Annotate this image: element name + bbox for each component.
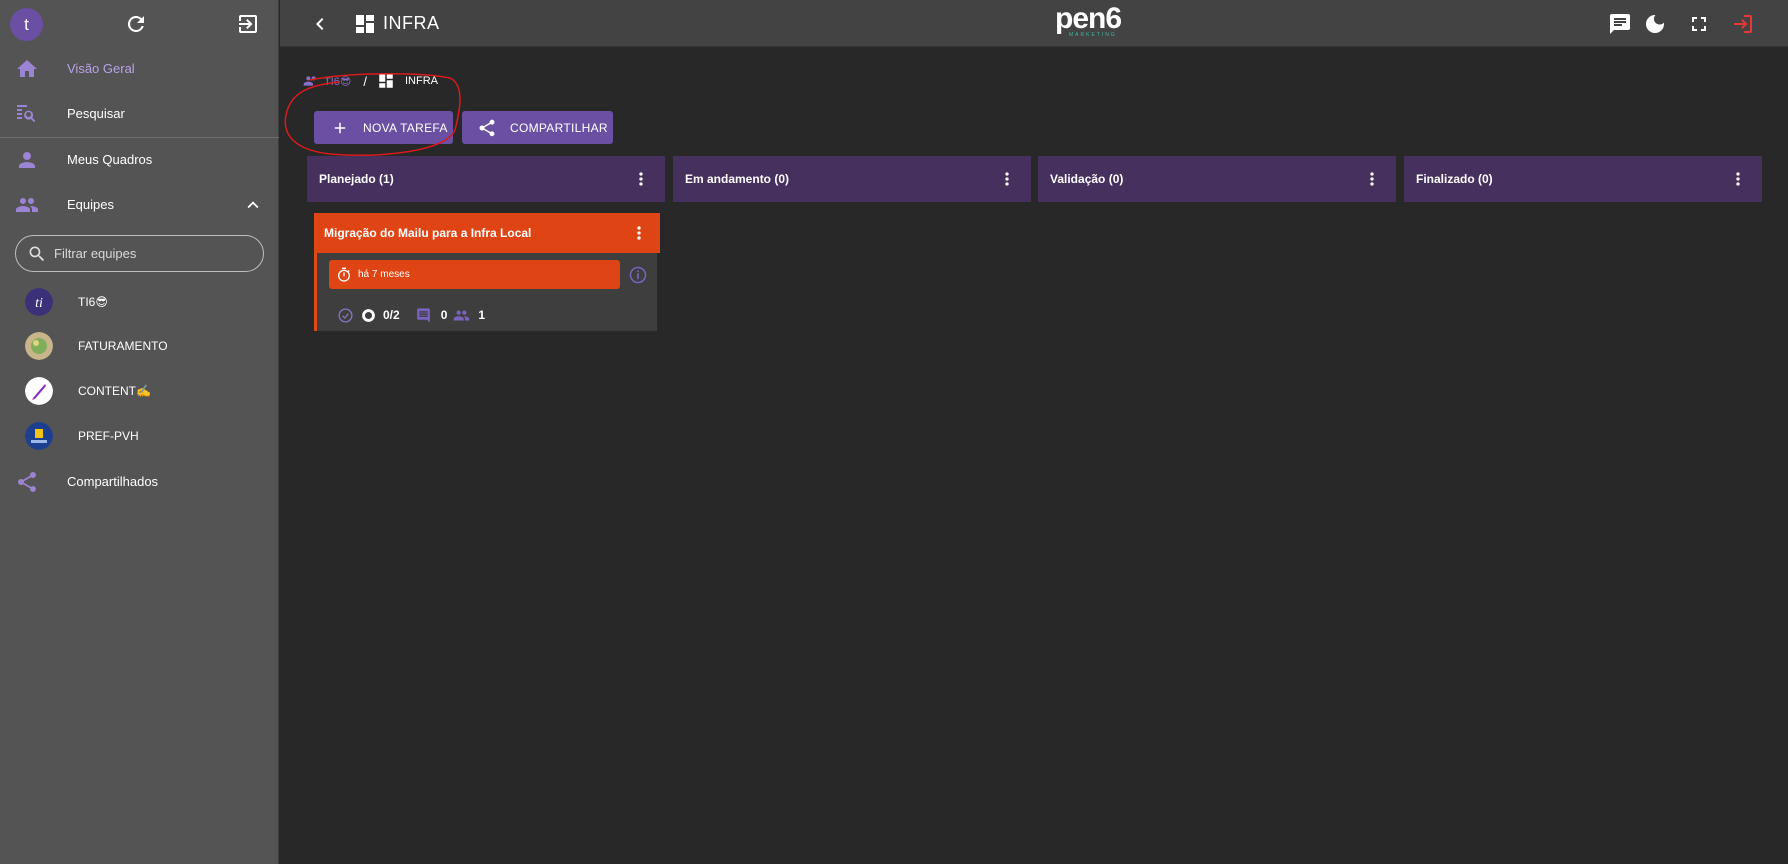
comments-count: 0	[440, 308, 448, 322]
column-title: Em andamento (0)	[685, 172, 790, 186]
more-vert-icon[interactable]	[997, 169, 1017, 189]
nav-search-label: Pesquisar	[67, 106, 125, 121]
team-label: PREF-PVH	[78, 429, 139, 443]
home-icon	[17, 59, 37, 77]
members-count: 1	[478, 308, 486, 322]
team-item-ti6[interactable]: ti TI6😎	[0, 280, 279, 324]
annotation-circle	[284, 73, 461, 156]
more-vert-icon[interactable]	[631, 169, 651, 189]
more-vert-icon[interactable]	[1728, 169, 1748, 189]
brand-logo: pen6 MARKETING	[1055, 2, 1135, 42]
exit-to-app-icon[interactable]	[236, 12, 260, 36]
team-label: TI6😎	[78, 295, 108, 309]
team-label: CONTENT✍️	[78, 384, 151, 398]
chevron-up-icon[interactable]	[242, 194, 264, 216]
column-title: Finalizado (0)	[1416, 172, 1493, 186]
ti6-team-logo: ti	[25, 288, 53, 316]
more-vert-icon[interactable]	[1362, 169, 1382, 189]
team-item-faturamento[interactable]: FATURAMENTO	[0, 324, 279, 368]
nav-my-boards-label: Meus Quadros	[67, 152, 153, 167]
share-label: COMPARTILHAR	[510, 120, 608, 135]
dashboard-icon	[356, 15, 374, 33]
brand-name: pen6	[1055, 2, 1122, 35]
nav-search[interactable]: Pesquisar	[0, 91, 279, 136]
team-filter[interactable]	[15, 235, 264, 272]
column-title: Validação (0)	[1050, 172, 1124, 186]
check-circle-icon	[338, 307, 353, 323]
pref-pvh-team-logo	[25, 422, 53, 450]
task-stats: 0/2 0 1	[337, 306, 485, 324]
nav-teams[interactable]: Equipes	[0, 182, 279, 227]
avatar[interactable]: t	[10, 8, 43, 41]
group-icon	[454, 310, 470, 320]
timer-icon	[338, 267, 350, 282]
share-button[interactable]: COMPARTILHAR	[462, 111, 613, 144]
manage-search-icon	[17, 104, 36, 122]
nav-teams-label: Equipes	[67, 197, 114, 212]
search-icon	[29, 246, 45, 261]
faturamento-team-logo	[25, 332, 53, 360]
team-filter-input[interactable]	[54, 246, 254, 261]
refresh-icon[interactable]	[124, 12, 148, 36]
nav-overview-label: Visão Geral	[67, 61, 135, 76]
chat-icon[interactable]	[1608, 12, 1632, 36]
column-title: Planejado (1)	[319, 172, 394, 186]
column-finished[interactable]: Finalizado (0)	[1404, 156, 1762, 202]
sidebar-header: t	[0, 0, 278, 48]
group-icon	[16, 197, 38, 212]
team-item-pref-pvh[interactable]: PREF-PVH	[0, 414, 279, 458]
more-vert-icon[interactable]	[629, 223, 649, 243]
info-icon[interactable]	[628, 265, 648, 285]
due-date-text: há 7 meses	[358, 269, 410, 280]
task-card-header: Migração do Mailu para a Infra Local	[314, 213, 660, 253]
sidebar: t Visão Geral Pesquisar Meus Quadros Equ…	[0, 0, 279, 864]
team-label: FATURAMENTO	[78, 339, 168, 353]
due-date-badge: há 7 meses	[329, 260, 620, 289]
dark-mode-icon[interactable]	[1643, 12, 1667, 36]
chevron-left-icon[interactable]	[308, 12, 332, 36]
checklist-count: 0/2	[383, 308, 400, 322]
nav-my-boards[interactable]: Meus Quadros	[0, 137, 279, 182]
top-bar: INFRA pen6 MARKETING	[280, 0, 1788, 47]
nav-overview[interactable]: Visão Geral	[0, 46, 279, 91]
team-item-content[interactable]: CONTENT✍️	[0, 369, 279, 413]
share-icon	[17, 471, 36, 492]
nav-shared[interactable]: Compartilhados	[0, 459, 279, 504]
task-card[interactable]: Migração do Mailu para a Infra Local há …	[314, 213, 660, 331]
column-validation[interactable]: Validação (0)	[1038, 156, 1396, 202]
comment-icon	[416, 307, 430, 323]
logout-icon[interactable]	[1731, 12, 1755, 36]
svg-text:ti: ti	[35, 296, 43, 311]
content-team-logo	[25, 377, 53, 405]
nav-shared-label: Compartilhados	[67, 474, 159, 489]
person-icon	[19, 151, 35, 168]
brand-subtitle: MARKETING	[1069, 32, 1117, 38]
progress-ring-icon	[362, 308, 375, 322]
fullscreen-icon[interactable]	[1687, 12, 1711, 36]
column-in-progress[interactable]: Em andamento (0)	[673, 156, 1031, 202]
column-planned[interactable]: Planejado (1)	[307, 156, 665, 202]
page-title: INFRA	[383, 13, 440, 33]
share-icon	[479, 119, 495, 136]
task-title: Migração do Mailu para a Infra Local	[324, 226, 532, 240]
